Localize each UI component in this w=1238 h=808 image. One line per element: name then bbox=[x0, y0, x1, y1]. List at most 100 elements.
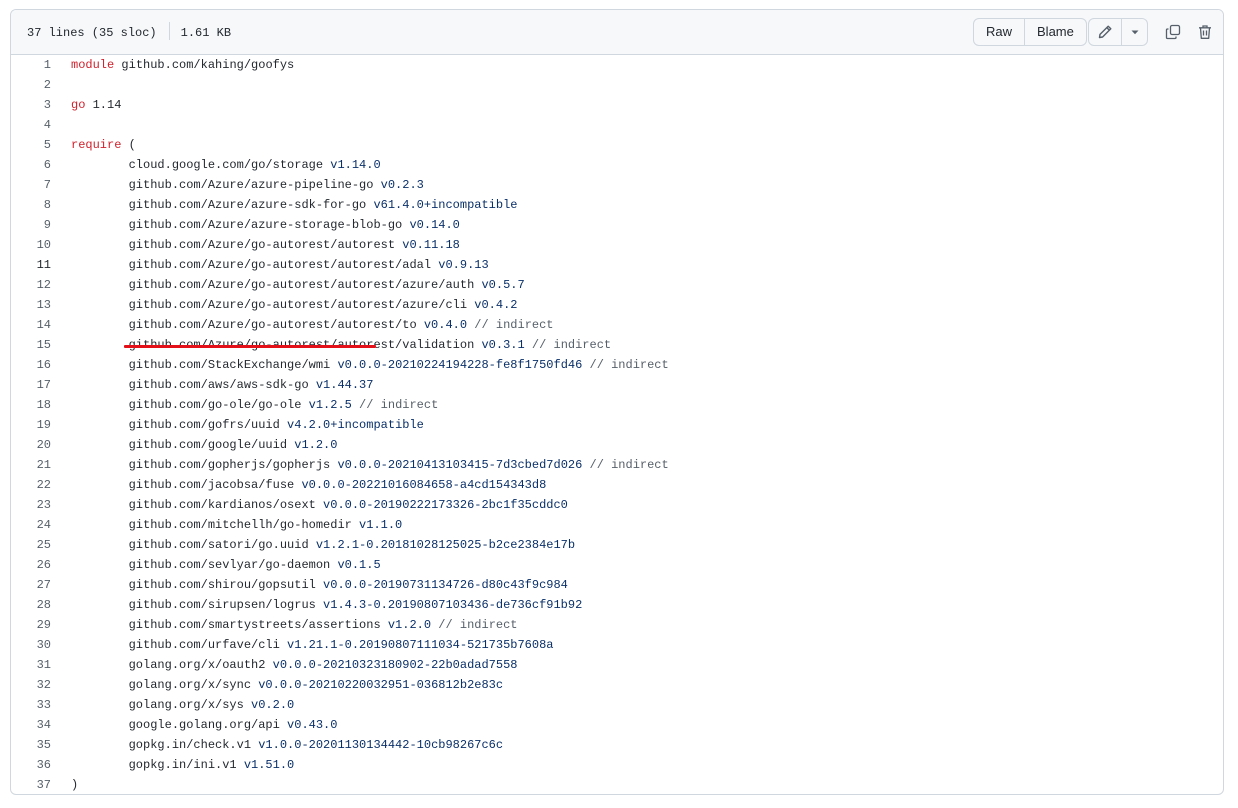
code-line: 26 github.com/sevlyar/go-daemon v0.1.5 bbox=[11, 555, 1223, 575]
line-number[interactable]: 37 bbox=[11, 775, 51, 794]
view-mode-group: Raw Blame bbox=[973, 18, 1087, 46]
line-content: github.com/urfave/cli v1.21.1-0.20190807… bbox=[71, 638, 554, 652]
delete-file-button[interactable] bbox=[1195, 22, 1215, 42]
line-number[interactable]: 17 bbox=[11, 375, 51, 395]
copy-icon bbox=[1165, 24, 1181, 40]
code-line: 30 github.com/urfave/cli v1.21.1-0.20190… bbox=[11, 635, 1223, 655]
code-line: 20 github.com/google/uuid v1.2.0 bbox=[11, 435, 1223, 455]
code-line: 28 github.com/sirupsen/logrus v1.4.3-0.2… bbox=[11, 595, 1223, 615]
line-number[interactable]: 20 bbox=[11, 435, 51, 455]
line-number[interactable]: 7 bbox=[11, 175, 51, 195]
code-line: 17 github.com/aws/aws-sdk-go v1.44.37 bbox=[11, 375, 1223, 395]
line-content: github.com/StackExchange/wmi v0.0.0-2021… bbox=[71, 358, 669, 372]
line-number[interactable]: 3 bbox=[11, 95, 51, 115]
edit-group bbox=[1088, 18, 1148, 46]
line-content: github.com/Azure/azure-pipeline-go v0.2.… bbox=[71, 178, 424, 192]
line-content: github.com/sirupsen/logrus v1.4.3-0.2019… bbox=[71, 598, 583, 612]
line-number[interactable]: 33 bbox=[11, 695, 51, 715]
code-line: 25 github.com/satori/go.uuid v1.2.1-0.20… bbox=[11, 535, 1223, 555]
line-number[interactable]: 6 bbox=[11, 155, 51, 175]
code-line: 13 github.com/Azure/go-autorest/autorest… bbox=[11, 295, 1223, 315]
line-number[interactable]: 1 bbox=[11, 55, 51, 75]
divider bbox=[168, 22, 170, 40]
line-content: golang.org/x/sys v0.2.0 bbox=[71, 698, 295, 712]
file-size: 1.61 KB bbox=[180, 26, 232, 41]
triangle-down-icon bbox=[1131, 30, 1138, 35]
code-line: 12 github.com/Azure/go-autorest/autorest… bbox=[11, 275, 1223, 295]
line-number[interactable]: 21 bbox=[11, 455, 51, 475]
edit-options-button[interactable] bbox=[1121, 19, 1147, 45]
code-line: 1 module github.com/kahing/goofys bbox=[11, 55, 1223, 75]
line-number[interactable]: 10 bbox=[11, 235, 51, 255]
line-content: github.com/jacobsa/fuse v0.0.0-202210160… bbox=[71, 478, 547, 492]
line-number[interactable]: 5 bbox=[11, 135, 51, 155]
line-number[interactable]: 26 bbox=[11, 555, 51, 575]
line-number[interactable]: 36 bbox=[11, 755, 51, 775]
line-content: golang.org/x/oauth2 v0.0.0-2021032318090… bbox=[71, 658, 518, 672]
line-content: github.com/shirou/gopsutil v0.0.0-201907… bbox=[71, 578, 568, 592]
line-content: github.com/sevlyar/go-daemon v0.1.5 bbox=[71, 558, 381, 572]
code-line: 31 golang.org/x/oauth2 v0.0.0-2021032318… bbox=[11, 655, 1223, 675]
code-line: 3 go 1.14 bbox=[11, 95, 1223, 115]
line-number[interactable]: 12 bbox=[11, 275, 51, 295]
line-number[interactable]: 22 bbox=[11, 475, 51, 495]
line-number[interactable]: 27 bbox=[11, 575, 51, 595]
line-content: require ( bbox=[71, 138, 136, 152]
line-number[interactable]: 9 bbox=[11, 215, 51, 235]
line-number[interactable]: 31 bbox=[11, 655, 51, 675]
edit-button[interactable] bbox=[1089, 19, 1121, 45]
line-content: github.com/google/uuid v1.2.0 bbox=[71, 438, 338, 452]
code-line: 6 cloud.google.com/go/storage v1.14.0 bbox=[11, 155, 1223, 175]
code-line: 32 golang.org/x/sync v0.0.0-202102200329… bbox=[11, 675, 1223, 695]
line-content: github.com/gopherjs/gopherjs v0.0.0-2021… bbox=[71, 458, 669, 472]
line-number[interactable]: 16 bbox=[11, 355, 51, 375]
line-content: github.com/Azure/go-autorest/autorest/to… bbox=[71, 318, 554, 332]
line-number[interactable]: 25 bbox=[11, 535, 51, 555]
line-content: github.com/Azure/go-autorest/autorest/az… bbox=[71, 278, 525, 292]
line-content: github.com/Azure/go-autorest/autorest/az… bbox=[71, 298, 518, 312]
code-line: 27 github.com/shirou/gopsutil v0.0.0-201… bbox=[11, 575, 1223, 595]
blame-button[interactable]: Blame bbox=[1024, 19, 1086, 45]
line-number[interactable]: 11 bbox=[11, 255, 51, 275]
line-number[interactable]: 23 bbox=[11, 495, 51, 515]
code-line: 23 github.com/kardianos/osext v0.0.0-201… bbox=[11, 495, 1223, 515]
code-line: 33 golang.org/x/sys v0.2.0 bbox=[11, 695, 1223, 715]
line-number[interactable]: 32 bbox=[11, 675, 51, 695]
file-header: 37 lines (35 sloc) 1.61 KB Raw Blame bbox=[11, 10, 1223, 55]
code-line: 2 bbox=[11, 75, 1223, 95]
code-line: 11 github.com/Azure/go-autorest/autorest… bbox=[11, 255, 1223, 275]
line-content: github.com/aws/aws-sdk-go v1.44.37 bbox=[71, 378, 374, 392]
code-line: 29 github.com/smartystreets/assertions v… bbox=[11, 615, 1223, 635]
line-number[interactable]: 24 bbox=[11, 515, 51, 535]
line-content: gopkg.in/ini.v1 v1.51.0 bbox=[71, 758, 295, 772]
line-number[interactable]: 4 bbox=[11, 115, 51, 135]
line-content: github.com/go-ole/go-ole v1.2.5 // indir… bbox=[71, 398, 439, 412]
line-number[interactable]: 34 bbox=[11, 715, 51, 735]
line-content: github.com/kardianos/osext v0.0.0-201902… bbox=[71, 498, 568, 512]
line-number[interactable]: 15 bbox=[11, 335, 51, 355]
annotation-underline bbox=[124, 345, 376, 348]
line-number[interactable]: 28 bbox=[11, 595, 51, 615]
line-content: go 1.14 bbox=[71, 98, 122, 112]
line-number[interactable]: 14 bbox=[11, 315, 51, 335]
line-number[interactable]: 30 bbox=[11, 635, 51, 655]
line-number[interactable]: 8 bbox=[11, 195, 51, 215]
file-viewer: 37 lines (35 sloc) 1.61 KB Raw Blame 1 m… bbox=[10, 9, 1224, 795]
line-number[interactable]: 19 bbox=[11, 415, 51, 435]
copy-raw-button[interactable] bbox=[1163, 22, 1183, 42]
line-number[interactable]: 13 bbox=[11, 295, 51, 315]
line-content: github.com/Azure/azure-storage-blob-go v… bbox=[71, 218, 460, 232]
line-number[interactable]: 35 bbox=[11, 735, 51, 755]
raw-button[interactable]: Raw bbox=[974, 19, 1024, 45]
code-line: 36 gopkg.in/ini.v1 v1.51.0 bbox=[11, 755, 1223, 775]
line-number[interactable]: 29 bbox=[11, 615, 51, 635]
code-line: 9 github.com/Azure/azure-storage-blob-go… bbox=[11, 215, 1223, 235]
line-content: google.golang.org/api v0.43.0 bbox=[71, 718, 338, 732]
line-content: github.com/mitchellh/go-homedir v1.1.0 bbox=[71, 518, 403, 532]
line-number[interactable]: 2 bbox=[11, 75, 51, 95]
code-line: 37) bbox=[11, 775, 1223, 794]
line-number[interactable]: 18 bbox=[11, 395, 51, 415]
code-view: 1 module github.com/kahing/goofys 2 3 go 1.1… bbox=[11, 55, 1223, 794]
code-line: 22 github.com/jacobsa/fuse v0.0.0-202210… bbox=[11, 475, 1223, 495]
pencil-icon bbox=[1098, 25, 1112, 39]
